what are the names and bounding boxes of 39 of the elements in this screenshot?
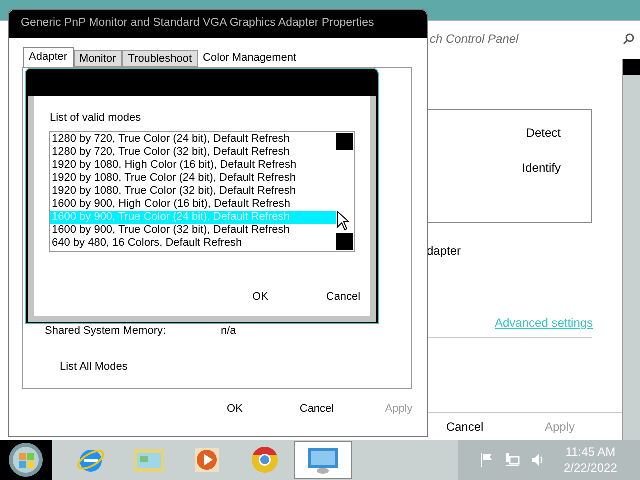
mode-item[interactable]: 1920 by 1080, True Color (24 bit), Default Refresh — [50, 172, 336, 185]
mode-item[interactable]: 1920 by 1080, High Color (16 bit), Default Refresh — [50, 159, 336, 172]
mode-item[interactable]: 640 by 480, 16 Colors, Default Refresh — [50, 237, 336, 250]
folder-icon — [133, 446, 165, 474]
mode-item[interactable]: 1920 by 1080, True Color (32 bit), Default Refresh — [50, 185, 336, 198]
dialog-button[interactable]: Cancel — [276, 401, 358, 418]
panel-button[interactable]: Identify — [522, 159, 561, 177]
scrollbar[interactable] — [622, 59, 640, 441]
media-player-icon — [192, 445, 222, 475]
dialog-button[interactable]: Cancel — [302, 289, 385, 306]
taskbar-app[interactable] — [294, 441, 352, 479]
search-icon — [623, 33, 635, 45]
mode-item[interactable]: 1600 by 900, High Color (16 bit), Default Refresh — [50, 198, 336, 211]
field-value: n/a — [221, 324, 236, 339]
list-heading: List of valid modes — [50, 111, 142, 126]
flag-icon[interactable] — [480, 452, 494, 468]
list-scrollbar[interactable] — [336, 132, 354, 251]
network-icon[interactable] — [504, 452, 520, 468]
start-button-icon[interactable] — [8, 442, 44, 478]
footer-button[interactable]: Cancel — [440, 418, 490, 436]
tab[interactable]: Monitor — [74, 50, 122, 67]
dialog-button[interactable]: OK — [194, 401, 276, 418]
mode-item[interactable]: 1280 by 720, True Color (24 bit), Default Refresh — [50, 133, 336, 146]
cursor-icon — [337, 211, 350, 231]
adapter-label: dapter — [427, 243, 462, 260]
panel-button[interactable]: Detect — [526, 124, 561, 142]
mode-item[interactable]: 1600 by 900, True Color (32 bit), Default Refresh — [50, 224, 336, 237]
clock-date: 2/22/2022 — [564, 460, 618, 476]
display-settings-icon — [306, 445, 340, 475]
clock-time: 11:45 AM — [566, 444, 616, 460]
list-all-modes-button[interactable]: List All Modes — [60, 359, 128, 376]
chrome-icon — [250, 445, 280, 475]
mode-item[interactable]: 1280 by 720, True Color (32 bit), Default Refresh — [50, 146, 336, 159]
dialog-button[interactable]: OK — [219, 289, 302, 306]
tab[interactable]: Adapter — [23, 47, 74, 67]
window-title: Generic PnP Monitor and Standard VGA Graphics Adapter Properties — [21, 16, 374, 32]
tab[interactable]: Troubleshoot — [122, 50, 198, 67]
field-label: Shared System Memory: — [45, 324, 168, 339]
modes-list[interactable] — [49, 131, 355, 252]
